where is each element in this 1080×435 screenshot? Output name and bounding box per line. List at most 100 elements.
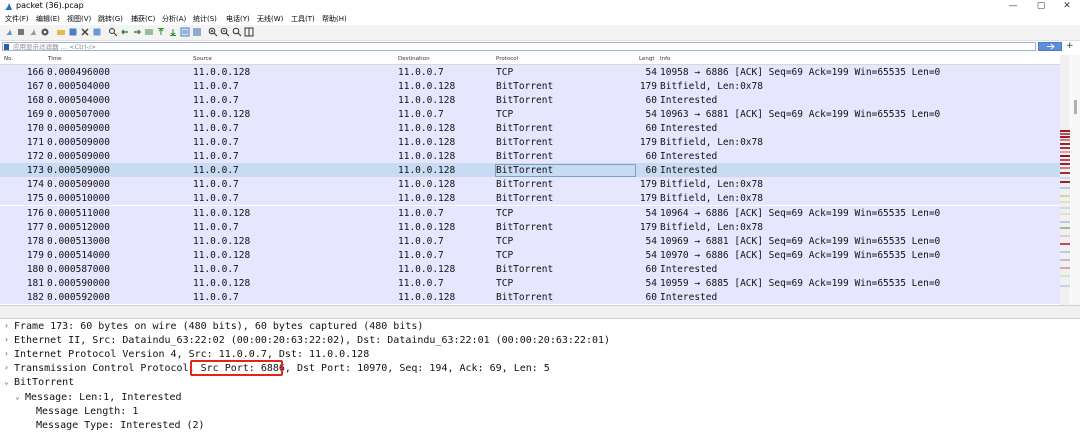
- expand-arrow-icon[interactable]: ›: [4, 321, 9, 330]
- add-filter-button[interactable]: +: [1066, 42, 1076, 51]
- expand-arrow-icon[interactable]: ›: [4, 349, 9, 358]
- packet-info: Interested: [660, 292, 718, 304]
- packet-source: 11.0.0.7: [193, 122, 239, 134]
- packet-length: 60: [645, 94, 657, 106]
- zoom-in-icon[interactable]: [208, 27, 218, 37]
- col-no[interactable]: No.: [4, 56, 13, 62]
- packet-time: 0.000504000: [47, 80, 110, 92]
- packet-row[interactable]: 169 0.000507000 11.0.0.128 11.0.0.7 TCP 54 109…: [0, 106, 1060, 121]
- collapse-arrow-icon[interactable]: ⌄: [4, 377, 9, 386]
- packet-info: 10959 → 6885 [ACK] Seq=69 Ack=199 Win=65…: [660, 278, 941, 289]
- menu-statistics[interactable]: 统计(S): [193, 14, 217, 24]
- packet-row[interactable]: 171 0.000509000 11.0.0.7 11.0.0.128 BitTorre…: [0, 135, 1060, 150]
- packet-destination: 11.0.0.128: [398, 94, 456, 106]
- detail-row[interactable]: › Frame 173: 60 bytes on wire (480 bits),…: [0, 320, 1080, 334]
- detail-row[interactable]: Message Type: Interested (2): [0, 419, 1080, 433]
- menu-telephony[interactable]: 电话(Y): [226, 14, 250, 24]
- menu-tools[interactable]: 工具(T): [291, 14, 315, 24]
- packet-row[interactable]: 167 0.000504000 11.0.0.7 11.0.0.128 BitTorre…: [0, 78, 1060, 93]
- collapse-arrow-icon[interactable]: ⌄: [15, 392, 20, 401]
- capture-options-icon[interactable]: [40, 27, 50, 37]
- packet-destination: 11.0.0.128: [398, 221, 456, 233]
- minimap-stripe: [1060, 221, 1070, 223]
- expand-arrow-icon[interactable]: ›: [4, 335, 9, 344]
- apply-filter-button[interactable]: [1038, 42, 1062, 51]
- menu-edit[interactable]: 编辑(E): [36, 14, 60, 24]
- packet-length: 54: [645, 235, 657, 247]
- detail-row[interactable]: ⌄ Message: Len:1, Interested: [0, 391, 1080, 405]
- close-button[interactable]: ✕: [1054, 0, 1080, 13]
- packet-source: 11.0.0.128: [193, 66, 251, 78]
- scrollbar-thumb[interactable]: [1074, 100, 1077, 114]
- col-destination[interactable]: Destination: [398, 56, 430, 62]
- menu-go[interactable]: 跳转(G): [98, 14, 123, 24]
- col-protocol[interactable]: Protocol: [496, 56, 518, 62]
- detail-row[interactable]: Message Length: 1: [0, 405, 1080, 419]
- packet-row[interactable]: 173 0.000509000 11.0.0.7 11.0.0.128 BitTorre…: [0, 163, 1060, 178]
- zoom-reset-icon[interactable]: [232, 27, 242, 37]
- minimize-button[interactable]: —: [1000, 0, 1026, 13]
- packet-destination: 11.0.0.7: [398, 207, 444, 219]
- packet-row[interactable]: 178 0.000513000 11.0.0.128 11.0.0.7 TCP 54 109…: [0, 233, 1060, 248]
- detail-row[interactable]: › Ethernet II, Src: Dataindu_63:22:02 (00…: [0, 334, 1080, 348]
- go-forward-icon[interactable]: [132, 27, 142, 37]
- vertical-scrollbar[interactable]: [1071, 55, 1080, 305]
- expand-arrow-icon[interactable]: ›: [4, 363, 9, 372]
- packet-row[interactable]: 181 0.000590000 11.0.0.128 11.0.0.7 TCP 54 109…: [0, 276, 1060, 291]
- save-file-icon[interactable]: [68, 27, 78, 37]
- minimap-stripe: [1060, 155, 1070, 157]
- packet-row[interactable]: 166 0.000496000 11.0.0.128 11.0.0.7 TCP 54 109…: [0, 64, 1060, 79]
- menu-capture[interactable]: 捕获(C): [131, 14, 155, 24]
- start-capture-icon[interactable]: [4, 27, 14, 37]
- menu-analyze[interactable]: 分析(A): [162, 14, 186, 24]
- menu-file[interactable]: 文件(F): [5, 14, 29, 24]
- filter-bookmark-icon[interactable]: [4, 44, 9, 50]
- go-to-packet-icon[interactable]: [144, 27, 154, 37]
- packet-source: 11.0.0.7: [193, 137, 239, 148]
- last-packet-icon[interactable]: [168, 27, 178, 37]
- autoscroll-icon[interactable]: [180, 27, 190, 37]
- packet-row[interactable]: 179 0.000514000 11.0.0.128 11.0.0.7 TCP 54 109…: [0, 247, 1060, 262]
- packet-row[interactable]: 182 0.000592000 11.0.0.7 11.0.0.128 BitTorre…: [0, 290, 1060, 305]
- packet-no: 182: [26, 292, 44, 304]
- detail-row[interactable]: › Transmission Control Protocol, Src Port…: [0, 362, 1080, 376]
- restart-capture-icon[interactable]: [28, 27, 38, 37]
- packet-row[interactable]: 180 0.000587000 11.0.0.7 11.0.0.128 BitTorre…: [0, 261, 1060, 276]
- colorize-icon[interactable]: [192, 27, 202, 37]
- packet-row[interactable]: 170 0.000509000 11.0.0.7 11.0.0.128 BitTorre…: [0, 120, 1060, 135]
- packet-list[interactable]: No. Time Source Destination Protocol Len…: [0, 55, 1060, 305]
- minimap-stripe: [1060, 177, 1070, 179]
- packet-row[interactable]: 168 0.000504000 11.0.0.7 11.0.0.128 BitTorre…: [0, 92, 1060, 107]
- menu-view[interactable]: 视图(V): [67, 14, 91, 24]
- open-file-icon[interactable]: [56, 27, 66, 37]
- packet-row[interactable]: 172 0.000509000 11.0.0.7 11.0.0.128 BitTorre…: [0, 149, 1060, 164]
- packet-destination: 11.0.0.128: [398, 165, 456, 177]
- packet-row[interactable]: 175 0.000510000 11.0.0.7 11.0.0.128 BitTorre…: [0, 191, 1060, 206]
- close-file-icon[interactable]: [80, 27, 90, 37]
- detail-row[interactable]: ⌄ BitTorrent: [0, 376, 1080, 390]
- zoom-out-icon[interactable]: [220, 27, 230, 37]
- packet-row[interactable]: 174 0.000509000 11.0.0.7 11.0.0.128 BitTorre…: [0, 177, 1060, 192]
- maximize-button[interactable]: ▢: [1028, 0, 1054, 13]
- detail-row[interactable]: › Internet Protocol Version 4, Src: 11.0.…: [0, 348, 1080, 362]
- reload-file-icon[interactable]: [92, 27, 102, 37]
- packet-row[interactable]: 177 0.000512000 11.0.0.7 11.0.0.128 BitTorre…: [0, 219, 1060, 234]
- menu-help[interactable]: 帮助(H): [322, 14, 347, 24]
- resize-columns-icon[interactable]: [244, 27, 254, 37]
- col-length[interactable]: Lengt: [639, 56, 655, 62]
- packet-row[interactable]: 176 0.000511000 11.0.0.128 11.0.0.7 TCP 54 109…: [0, 205, 1060, 220]
- col-source[interactable]: Source: [193, 56, 212, 62]
- stop-capture-icon[interactable]: [16, 27, 26, 37]
- display-filter-input[interactable]: 应用显示过滤器 … <Ctrl-/>: [2, 42, 1036, 51]
- pane-splitter[interactable]: [0, 305, 1080, 319]
- menu-wireless[interactable]: 无线(W): [257, 14, 283, 24]
- col-time[interactable]: Time: [48, 56, 61, 62]
- go-back-icon[interactable]: [120, 27, 130, 37]
- first-packet-icon[interactable]: [156, 27, 166, 37]
- packet-minimap[interactable]: [1060, 55, 1070, 305]
- detail-text: Internet Protocol Version 4, Src: 11.0.0…: [14, 349, 370, 361]
- packet-details[interactable]: › Frame 173: 60 bytes on wire (480 bits),…: [0, 319, 1080, 435]
- col-info[interactable]: Info: [660, 56, 670, 62]
- find-packet-icon[interactable]: [108, 27, 118, 37]
- column-header: No. Time Source Destination Protocol Len…: [0, 55, 1060, 65]
